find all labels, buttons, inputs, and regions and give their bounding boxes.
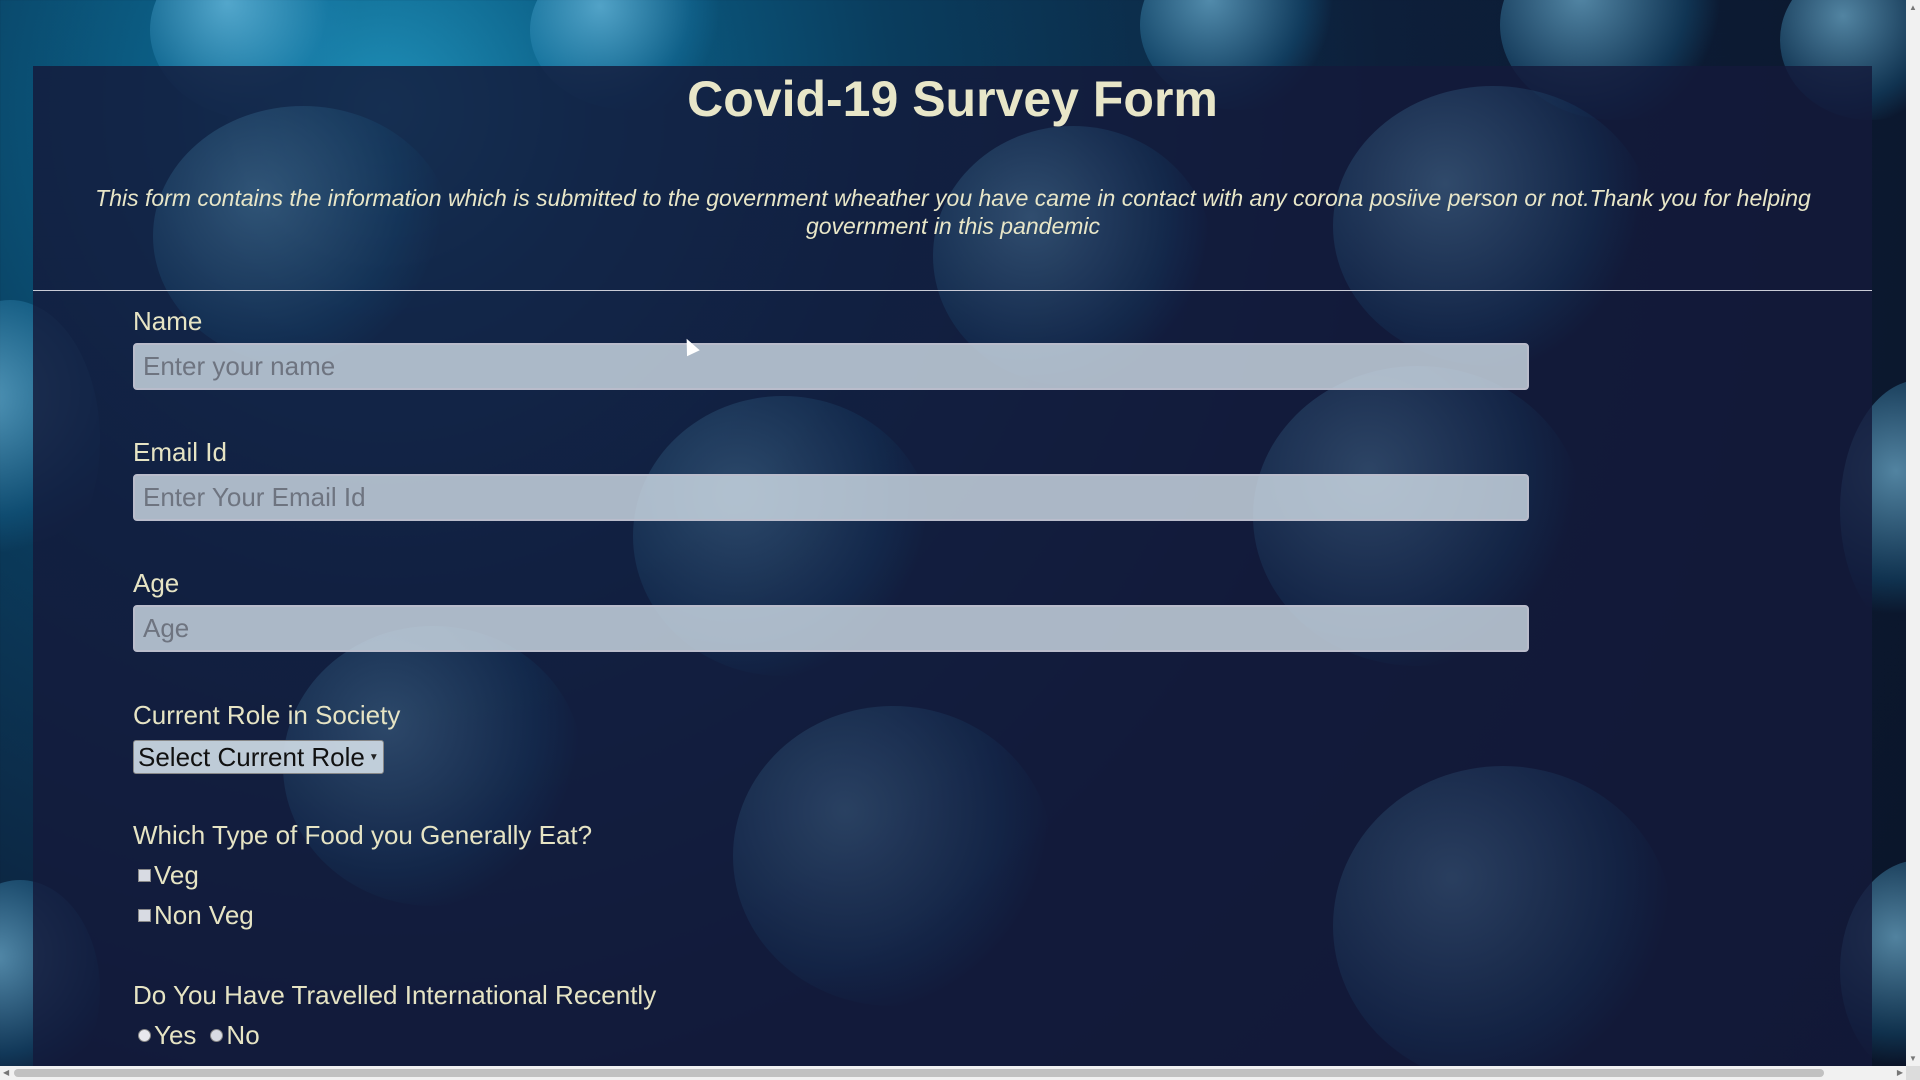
yes-label: Yes xyxy=(154,1020,197,1050)
scroll-down-icon[interactable]: ▼ xyxy=(1909,1054,1917,1063)
header-divider xyxy=(33,290,1872,291)
page-title: Covid-19 Survey Form xyxy=(687,71,1218,127)
scroll-right-icon[interactable]: ▶ xyxy=(1897,1068,1903,1077)
non-veg-label: Non Veg xyxy=(154,900,254,930)
role-select[interactable]: Select Current Role ▼ xyxy=(133,740,384,774)
name-label: Name xyxy=(133,306,203,336)
travel-question-label: Do You Have Travelled International Rece… xyxy=(133,980,657,1010)
no-label: No xyxy=(226,1020,260,1050)
non-veg-checkbox[interactable] xyxy=(138,909,151,922)
no-radio[interactable] xyxy=(210,1029,224,1042)
scrollbar-corner xyxy=(1906,1066,1920,1080)
travel-options: Yes No xyxy=(133,1020,260,1051)
yes-radio[interactable] xyxy=(138,1029,151,1042)
horizontal-scrollbar[interactable]: ◀ ▶ xyxy=(0,1066,1906,1080)
age-label: Age xyxy=(133,568,180,598)
scroll-up-icon[interactable]: ▲ xyxy=(1909,3,1917,12)
scroll-left-icon[interactable]: ◀ xyxy=(3,1068,9,1077)
chevron-down-icon: ▼ xyxy=(368,751,379,763)
form-description: This form contains the information which… xyxy=(95,185,1811,239)
food-option-non-veg[interactable]: Non Veg xyxy=(133,900,254,931)
email-input[interactable] xyxy=(133,474,1529,521)
food-option-veg[interactable]: Veg xyxy=(133,860,199,891)
role-select-value: Select Current Role xyxy=(138,741,365,772)
email-label: Email Id xyxy=(133,437,227,467)
vertical-scrollbar[interactable]: ▲ ▼ xyxy=(1906,0,1920,1066)
veg-label: Veg xyxy=(154,860,199,890)
survey-form-panel: Covid-19 Survey Form This form contains … xyxy=(33,66,1872,1066)
age-input[interactable] xyxy=(133,605,1529,652)
role-label: Current Role in Society xyxy=(133,700,401,730)
veg-checkbox[interactable] xyxy=(138,869,151,882)
horizontal-scroll-thumb[interactable] xyxy=(14,1069,1824,1077)
food-question-label: Which Type of Food you Generally Eat? xyxy=(133,820,593,850)
name-input[interactable] xyxy=(133,343,1529,390)
